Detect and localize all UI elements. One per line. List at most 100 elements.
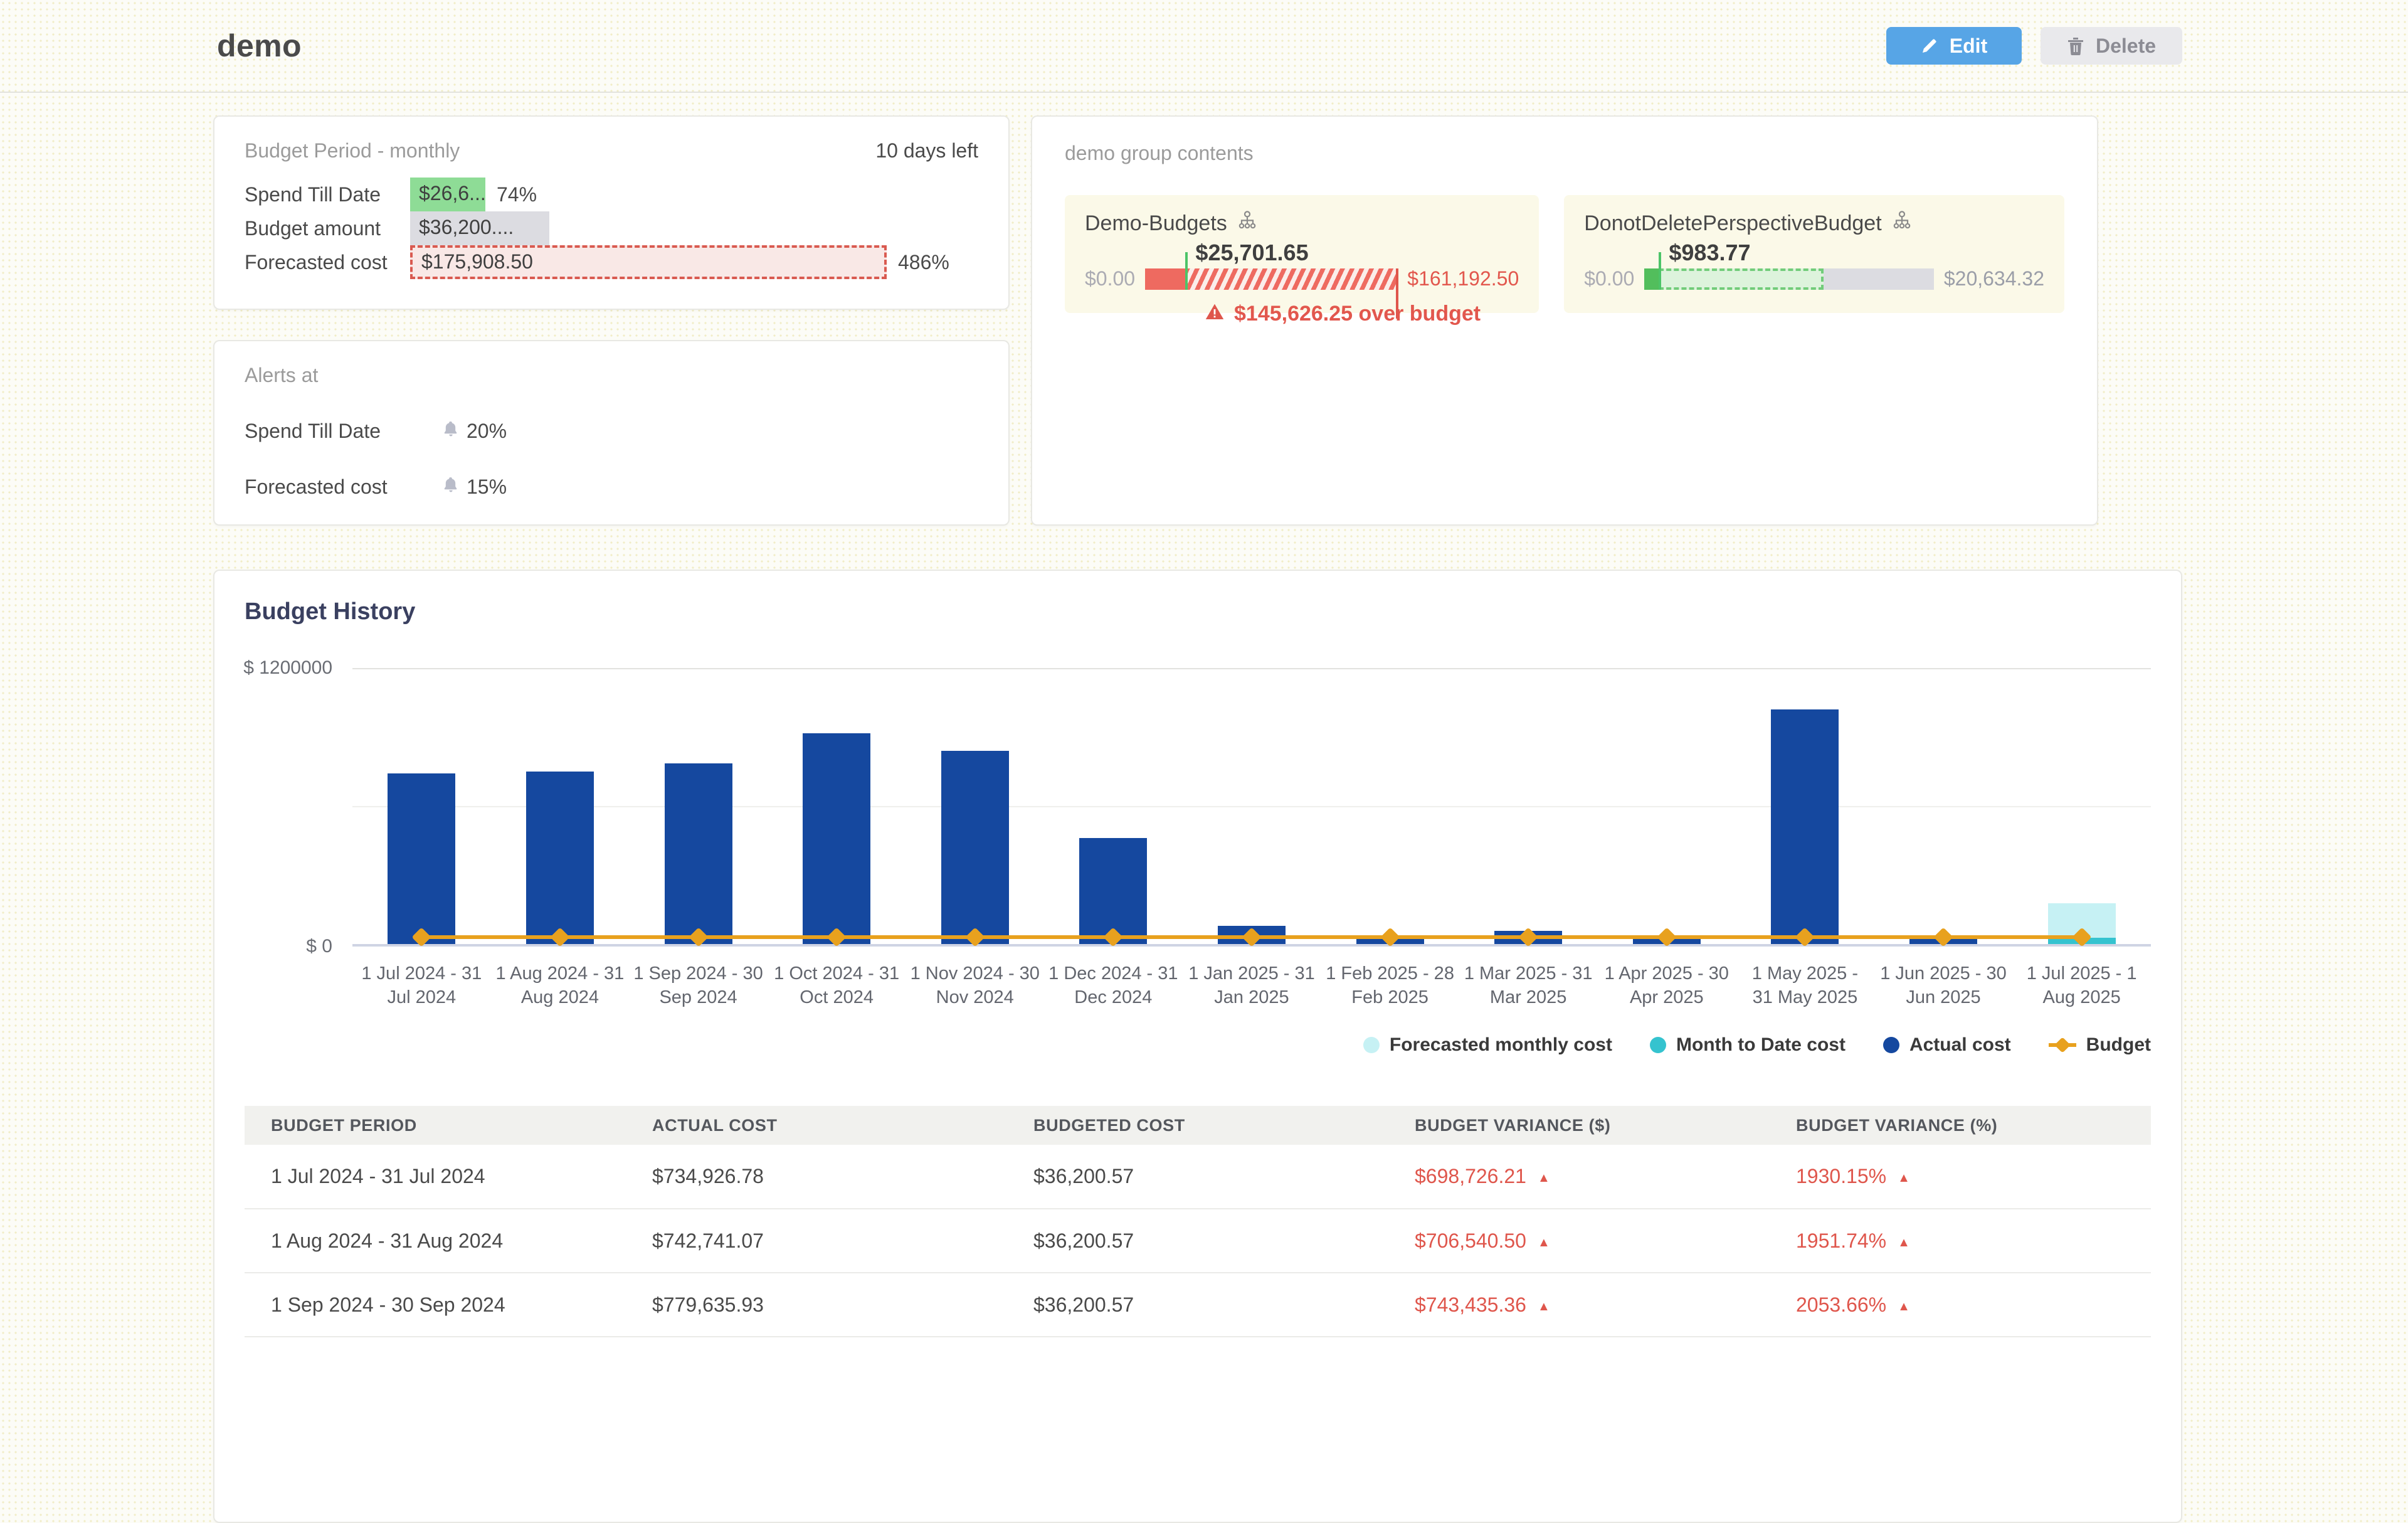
budget-history-table: BUDGET PERIODACTUAL COSTBUDGETED COSTBUD…	[245, 1106, 2151, 1401]
budget-marker-value: $983.77	[1669, 240, 1750, 266]
budget-history-chart: $ 1200000 $ 0 1 Jul 2024 - 31 Jul 20241 …	[245, 668, 2151, 1056]
x-axis-label: 1 Jan 2025 - 31 Jan 2025	[1183, 962, 1321, 1009]
legend-dot-icon	[1650, 1037, 1666, 1053]
x-axis-label: 1 Jul 2025 - 1 Aug 2025	[2012, 962, 2151, 1009]
legend-item: Month to Date cost	[1650, 1034, 1846, 1056]
alert-row-spend: Spend Till Date 20%	[245, 420, 978, 443]
table-row	[245, 1337, 2151, 1401]
table-column-header: BUDGET PERIOD	[245, 1106, 626, 1145]
budget-tile-name: Demo-Budgets	[1085, 211, 1227, 236]
table-cell	[1388, 1337, 1770, 1401]
spent-segment	[1644, 268, 1659, 290]
legend-label: Actual cost	[1909, 1034, 2011, 1056]
table-cell: $734,926.78	[626, 1145, 1007, 1209]
table-cell: $779,635.93	[626, 1273, 1007, 1337]
edit-button[interactable]: Edit	[1886, 27, 2022, 65]
hierarchy-icon	[1237, 210, 1257, 237]
bar-max-label: $20,634.32	[1934, 267, 2044, 290]
actual-cost-bar	[941, 751, 1009, 944]
bar-max-label: $161,192.50	[1397, 267, 1519, 290]
table-row: 1 Jul 2024 - 31 Jul 2024$734,926.78$36,2…	[245, 1145, 2151, 1209]
variance-up-icon: ▲	[1538, 1236, 1550, 1250]
legend-label: Month to Date cost	[1676, 1034, 1846, 1056]
variance-up-icon: ▲	[1538, 1171, 1550, 1185]
budget-tile-donotdelete[interactable]: DonotDeletePerspectiveBudget $0.00	[1564, 195, 2064, 313]
budget-tile-demo-budgets[interactable]: Demo-Budgets $0.00	[1065, 195, 1539, 313]
legend-line-diamond-icon	[2049, 1043, 2076, 1047]
y-axis-min-label: $ 0	[306, 936, 332, 957]
delete-button[interactable]: Delete	[2041, 27, 2182, 65]
y-axis: $ 1200000 $ 0	[245, 668, 332, 947]
table-cell: 1 Sep 2024 - 30 Sep 2024	[245, 1273, 626, 1337]
bar-min-label: $0.00	[1085, 267, 1145, 290]
over-budget-segment	[1185, 268, 1397, 290]
chart-bar-slot	[1736, 668, 1874, 944]
budget-line	[421, 935, 2081, 939]
actual-cost-bar	[665, 763, 732, 944]
x-axis-label: 1 Oct 2024 - 31 Oct 2024	[768, 962, 906, 1009]
x-axis-label: 1 Apr 2025 - 30 Apr 2025	[1597, 962, 1736, 1009]
group-contents-title: demo group contents	[1065, 142, 1254, 164]
demo-budgets-bar: $25,701.65	[1145, 268, 1397, 290]
x-axis-label: 1 Dec 2024 - 31 Dec 2024	[1044, 962, 1183, 1009]
budget-amount-row: Budget amount $36,200....	[245, 211, 978, 245]
table-column-header: ACTUAL COST	[626, 1106, 1007, 1145]
table-cell: 1951.74%▲	[1770, 1209, 2151, 1273]
forecast-chip: $175,908.50	[410, 245, 887, 279]
budget-tile-name: DonotDeletePerspectiveBudget	[1584, 211, 1881, 236]
chart-bar-slot	[1321, 668, 1459, 944]
chart-bar-slot	[491, 668, 630, 944]
over-budget-text: $145,626.25 over budget	[1234, 302, 1481, 326]
budget-history-card: Budget History $ 1200000 $ 0 1 Jul 2024 …	[213, 570, 2182, 1523]
chart-plot	[352, 668, 2151, 947]
alert-spend-value: 20%	[467, 420, 507, 443]
chart-bar-slot	[906, 668, 1044, 944]
spend-percent: 74%	[497, 183, 537, 206]
hierarchy-icon	[1892, 210, 1912, 237]
x-axis-label: 1 Jun 2025 - 30 Jun 2025	[1874, 962, 2013, 1009]
table-cell	[1007, 1337, 1388, 1401]
table-cell: 2053.66%▲	[1770, 1273, 2151, 1337]
table-cell: 1 Aug 2024 - 31 Aug 2024	[245, 1209, 626, 1273]
x-axis-label: 1 Jul 2024 - 31 Jul 2024	[352, 962, 491, 1009]
x-axis-label: 1 Feb 2025 - 28 Feb 2025	[1321, 962, 1459, 1009]
x-axis-label: 1 Nov 2024 - 30 Nov 2024	[906, 962, 1044, 1009]
chart-bar-slot	[1183, 668, 1321, 944]
pencil-icon	[1921, 37, 1938, 55]
x-axis-label: 1 Aug 2024 - 31 Aug 2024	[491, 962, 630, 1009]
warning-icon	[1205, 302, 1224, 326]
bar-min-label: $0.00	[1584, 267, 1644, 290]
legend-dot-icon	[1363, 1037, 1380, 1053]
spend-chip: $26,6...	[410, 178, 485, 211]
variance-up-icon: ▲	[1898, 1236, 1910, 1250]
alerts-card: Alerts at Spend Till Date 20% Forecasted…	[213, 340, 1010, 526]
chart-bar-slot	[1044, 668, 1183, 944]
variance-up-icon: ▲	[1898, 1300, 1910, 1313]
table-cell: $36,200.57	[1007, 1209, 1388, 1273]
forecast-percent: 486%	[898, 251, 949, 274]
table-column-header: BUDGETED COST	[1007, 1106, 1388, 1145]
forecast-segment	[1659, 268, 1824, 290]
bell-icon	[443, 420, 459, 443]
legend-item: Forecasted monthly cost	[1363, 1034, 1612, 1056]
x-axis-label: 1 Sep 2024 - 30 Sep 2024	[629, 962, 768, 1009]
budget-marker-line	[1659, 252, 1661, 290]
forecasted-cost-row: Forecasted cost $175,908.50 486%	[245, 245, 978, 279]
table-cell: $742,741.07	[626, 1209, 1007, 1273]
table-cell	[626, 1337, 1007, 1401]
legend-label: Forecasted monthly cost	[1390, 1034, 1612, 1056]
table-cell: $36,200.57	[1007, 1273, 1388, 1337]
table-cell: $36,200.57	[1007, 1145, 1388, 1209]
chart-bar-slot	[768, 668, 906, 944]
budget-marker-line	[1185, 252, 1188, 290]
donotdelete-bar: $983.77	[1644, 268, 1934, 290]
chart-bar-slot	[1459, 668, 1598, 944]
x-axis-labels: 1 Jul 2024 - 31 Jul 20241 Aug 2024 - 31 …	[352, 962, 2151, 1009]
remaining-segment	[1824, 268, 1933, 290]
x-axis-label: 1 Mar 2025 - 31 Mar 2025	[1459, 962, 1598, 1009]
page-header: demo Edit Delete	[0, 0, 2408, 93]
variance-up-icon: ▲	[1898, 1171, 1910, 1185]
legend-dot-icon	[1883, 1037, 1899, 1053]
group-contents-card: demo group contents Demo-Budgets $0.	[1031, 115, 2098, 526]
actual-cost-bar	[526, 772, 594, 944]
